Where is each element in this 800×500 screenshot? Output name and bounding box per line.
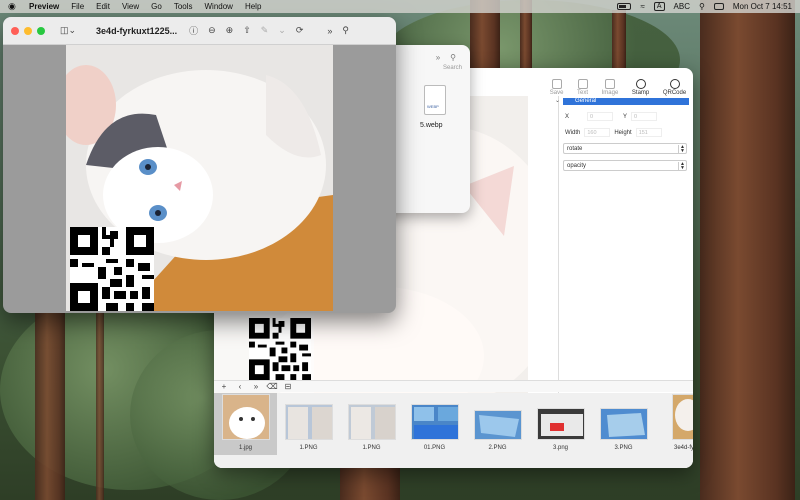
width-field[interactable]: 160	[584, 128, 611, 137]
zoom-in-icon[interactable]: ⊕	[226, 25, 234, 36]
menu-go[interactable]: Go	[151, 2, 162, 11]
editor-qr-code[interactable]	[246, 318, 314, 380]
height-field[interactable]: 151	[635, 128, 662, 137]
opacity-field[interactable]: opacity ▲ ▼	[563, 160, 687, 171]
rotate-icon[interactable]: ⟳	[296, 25, 304, 36]
thumbnail-item[interactable]: 01.PNG	[403, 393, 466, 455]
opacity-stepper-icon[interactable]: ▲ ▼	[678, 161, 686, 170]
info-icon[interactable]: ⓘ	[189, 24, 198, 37]
image-tool[interactable]: Image	[602, 79, 618, 96]
rotate-field[interactable]: rotate ▲ ▼	[563, 143, 687, 154]
thumbnail-item[interactable]: 3.PNG	[592, 393, 655, 455]
menu-file[interactable]: File	[71, 2, 84, 11]
height-label: Height	[614, 129, 632, 136]
editor-toolbar: Save Text Image Stamp QRCode	[543, 68, 693, 98]
menu-tools[interactable]: Tools	[174, 2, 193, 11]
search-icon[interactable]: ⚲	[699, 2, 705, 11]
qr-code[interactable]	[66, 227, 158, 311]
sidebar-toggle-icon[interactable]: ◫⌄	[60, 25, 76, 36]
thumbnail-item[interactable]: 1.jpg	[214, 393, 277, 455]
zoom-button[interactable]	[37, 26, 45, 35]
width-label: Width	[565, 129, 581, 136]
search-icon[interactable]: ⚲	[342, 25, 349, 36]
rotate-stepper-icon[interactable]: ▲ ▼	[678, 144, 686, 153]
thumbnail-item[interactable]: 1.PNG	[340, 393, 403, 455]
stamp-tool[interactable]: Stamp	[632, 79, 649, 96]
thumbnail-image	[221, 394, 270, 440]
thumbnail-image	[671, 394, 693, 440]
image-icon	[604, 79, 615, 89]
collapse-button[interactable]: ⊟	[282, 382, 294, 391]
text-tool[interactable]: Text	[577, 79, 588, 96]
y-field[interactable]: 0	[631, 112, 658, 121]
markup-icon[interactable]: ✎	[261, 25, 269, 36]
menu-help[interactable]: Help	[245, 2, 261, 11]
datetime[interactable]: Mon Oct 7 14:51	[733, 2, 792, 11]
preview-image[interactable]	[66, 45, 333, 311]
menu-bar: ◉ Preview File Edit View Go Tools Window…	[0, 0, 800, 13]
more-icon[interactable]: »	[327, 26, 332, 36]
panel-section-general[interactable]: General	[555, 98, 689, 105]
x-field[interactable]: 0	[587, 112, 614, 121]
thumbnail-image	[473, 410, 522, 440]
thumbnail-controls: + ‹ » ⌫ ⊟	[214, 380, 693, 392]
preview-titlebar: ◫⌄ 3e4d-fyrkuxt1225... ⓘ ⊖ ⊕ ⇧ ✎ ⌄ ⟳ » ⚲	[3, 17, 396, 45]
markup-dropdown-icon[interactable]: ⌄	[278, 25, 286, 36]
menu-edit[interactable]: Edit	[96, 2, 110, 11]
save-tool[interactable]: Save	[550, 79, 563, 96]
battery-icon[interactable]	[617, 3, 632, 10]
thumbnail-image	[599, 408, 648, 440]
thumbnail-item[interactable]: 3.png	[529, 393, 592, 455]
control-center-icon[interactable]	[713, 3, 724, 10]
close-button[interactable]	[11, 26, 19, 35]
previous-button[interactable]: ‹	[234, 382, 246, 391]
y-label: Y	[623, 113, 628, 120]
menu-app[interactable]: Preview	[29, 2, 59, 11]
chevron-forward-icon[interactable]: »	[436, 53, 440, 62]
thumbnail-image	[410, 404, 459, 440]
preview-window: ◫⌄ 3e4d-fyrkuxt1225... ⓘ ⊖ ⊕ ⇧ ✎ ⌄ ⟳ » ⚲	[3, 17, 396, 313]
thumbnail-item[interactable]: 2.PNG	[466, 393, 529, 455]
thumbnail-item[interactable]: 3e4d-fyrk	[655, 393, 693, 455]
share-icon[interactable]: ⇧	[243, 25, 251, 36]
qrcode-tool[interactable]: QRCode	[663, 79, 686, 96]
qrcode-icon	[669, 79, 680, 89]
menu-view[interactable]: View	[122, 2, 139, 11]
wifi-icon[interactable]: ≈	[640, 2, 644, 11]
menu-window[interactable]: Window	[205, 2, 233, 11]
minimize-button[interactable]	[24, 26, 32, 35]
apple-menu-icon[interactable]: ◉	[8, 1, 17, 12]
file-name[interactable]: 5.webp	[420, 122, 443, 129]
input-source-badge[interactable]: A	[653, 2, 665, 11]
window-title: 3e4d-fyrkuxt1225...	[96, 25, 178, 36]
zoom-out-icon[interactable]: ⊖	[208, 25, 216, 36]
add-button[interactable]: +	[218, 382, 230, 391]
thumbnail-image	[284, 404, 333, 440]
webp-file-icon[interactable]	[424, 85, 446, 115]
search-icon[interactable]: ⚲	[450, 53, 456, 62]
input-source-label[interactable]: ABC	[674, 2, 690, 11]
save-icon	[551, 79, 562, 89]
thumbnail-item[interactable]: 1.PNG	[277, 393, 340, 455]
x-label: X	[565, 113, 570, 120]
thumbnail-image	[536, 408, 585, 440]
next-button[interactable]: »	[250, 382, 262, 391]
stamp-icon	[635, 79, 646, 89]
search-label[interactable]: Search	[443, 65, 462, 71]
thumbnail-image	[347, 404, 396, 440]
delete-button[interactable]: ⌫	[266, 382, 278, 391]
text-icon	[577, 79, 588, 89]
thumbnail-strip: 1.jpg 1.PNG 1.PNG 01.PNG 2.PNG 3.png 3.P…	[214, 393, 693, 468]
